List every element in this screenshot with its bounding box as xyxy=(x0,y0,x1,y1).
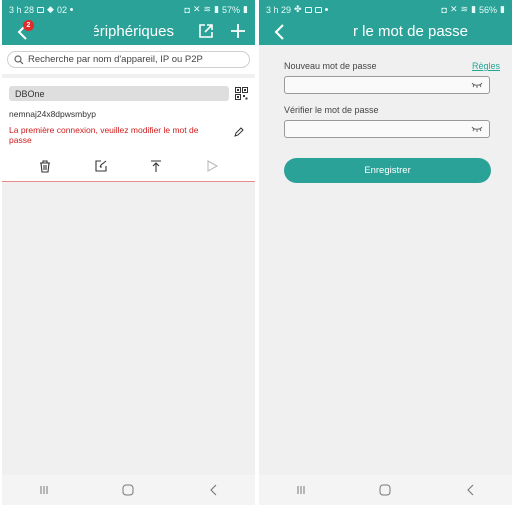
external-link-icon xyxy=(199,24,213,38)
save-button[interactable]: Enregistrer xyxy=(284,158,491,183)
verify-password-label: Vérifier le mot de passe xyxy=(284,105,379,115)
image-icon xyxy=(304,6,312,13)
status-bar: 3 h 28 ◆ 02 ◘ ✕ ≋ ▮ 57% ▮ xyxy=(2,0,255,19)
home-icon xyxy=(122,484,134,496)
device-id: nemnaj24x8dpwsmbyp xyxy=(9,109,96,119)
status-bar: 3 h 29 ✤ ◘ ✕ ≋ ▮ 56% ▮ xyxy=(259,0,512,19)
eye-closed-icon[interactable] xyxy=(471,81,483,89)
back-button[interactable] xyxy=(268,21,290,43)
recents-button[interactable] xyxy=(34,480,54,500)
signal-icon: ▮ xyxy=(214,4,220,14)
edit-icon xyxy=(95,160,107,172)
home-icon xyxy=(379,484,391,496)
back-nav-button[interactable] xyxy=(460,480,480,500)
battery-icon: ▮ xyxy=(500,4,505,14)
pin-icon xyxy=(151,159,162,172)
notification-icon xyxy=(37,6,45,13)
back-icon xyxy=(210,484,217,496)
home-button[interactable] xyxy=(118,480,138,500)
device-card[interactable]: DBOne nemnaj24x8dpwsmbyp La première con… xyxy=(2,78,255,182)
title-fade xyxy=(311,22,341,42)
title-fade xyxy=(64,22,94,42)
alarm-icon: ◘ xyxy=(441,4,447,15)
search-placeholder: Recherche par nom d'appareil, IP ou P2P xyxy=(28,54,203,65)
plus-icon xyxy=(231,24,245,38)
fan-icon: ✤ xyxy=(294,4,302,14)
device-name: DBOne xyxy=(9,86,229,101)
search-input[interactable]: Recherche par nom d'appareil, IP ou P2P xyxy=(7,51,250,68)
page-title: r le mot de passe xyxy=(352,23,469,40)
mute-icon: ✕ xyxy=(192,4,201,14)
trash-icon xyxy=(39,159,50,173)
battery-level: 57% xyxy=(222,4,241,15)
app-header: r le mot de passe xyxy=(259,19,512,45)
add-device-button[interactable] xyxy=(229,22,247,40)
dot-icon xyxy=(324,8,328,11)
share-button[interactable] xyxy=(197,22,215,40)
status-time: 3 h 28 xyxy=(9,4,35,15)
device-list-screen: 3 h 28 ◆ 02 ◘ ✕ ≋ ▮ 57% ▮ 2 périphérique… xyxy=(2,0,255,505)
verify-password-field[interactable] xyxy=(284,120,490,138)
change-password-screen: 3 h 29 ✤ ◘ ✕ ≋ ▮ 56% ▮ r le mot de passe… xyxy=(259,0,512,505)
qr-code-icon[interactable] xyxy=(235,87,248,100)
wifi-icon: ≋ xyxy=(460,4,469,14)
new-password-field[interactable] xyxy=(284,76,490,94)
divider xyxy=(2,181,255,182)
edit-button[interactable] xyxy=(90,155,112,177)
system-nav-bar xyxy=(2,475,255,505)
battery-level: 56% xyxy=(479,4,498,15)
notification-icon xyxy=(314,6,322,13)
home-button[interactable] xyxy=(375,480,395,500)
pin-top-button[interactable] xyxy=(145,155,167,177)
device-actions xyxy=(9,151,248,181)
wifi-icon: ≋ xyxy=(203,4,212,14)
chevron-left-icon xyxy=(274,24,284,40)
new-password-label: Nouveau mot de passe xyxy=(284,61,377,71)
back-nav-button[interactable] xyxy=(203,480,223,500)
alarm-icon: ◘ xyxy=(184,4,190,15)
back-icon xyxy=(467,484,474,496)
status-time: 3 h 29 xyxy=(266,4,292,15)
location-icon: ◆ xyxy=(47,4,54,14)
recents-button[interactable] xyxy=(291,480,311,500)
signal-icon: ▮ xyxy=(471,4,477,14)
rules-link[interactable]: Règles xyxy=(472,61,500,71)
battery-icon: ▮ xyxy=(243,4,248,14)
delete-button[interactable] xyxy=(34,155,56,177)
password-warning: La première connexion, veuillez modifier… xyxy=(9,125,199,145)
recents-icon xyxy=(297,486,305,494)
search-area: Recherche par nom d'appareil, IP ou P2P xyxy=(2,45,255,74)
status-extra: 02 xyxy=(56,4,67,15)
system-nav-bar xyxy=(259,475,512,505)
app-header: 2 périphériques xyxy=(2,19,255,45)
password-form: Nouveau mot de passe Règles Vérifier le … xyxy=(259,45,512,183)
mute-icon: ✕ xyxy=(449,4,458,14)
play-icon xyxy=(207,160,218,172)
recents-icon xyxy=(40,486,48,494)
notification-badge: 2 xyxy=(23,20,34,31)
play-button[interactable] xyxy=(201,155,223,177)
dot-icon xyxy=(69,8,73,11)
search-icon xyxy=(14,54,24,64)
pencil-icon[interactable] xyxy=(234,127,244,137)
eye-closed-icon[interactable] xyxy=(471,125,483,133)
